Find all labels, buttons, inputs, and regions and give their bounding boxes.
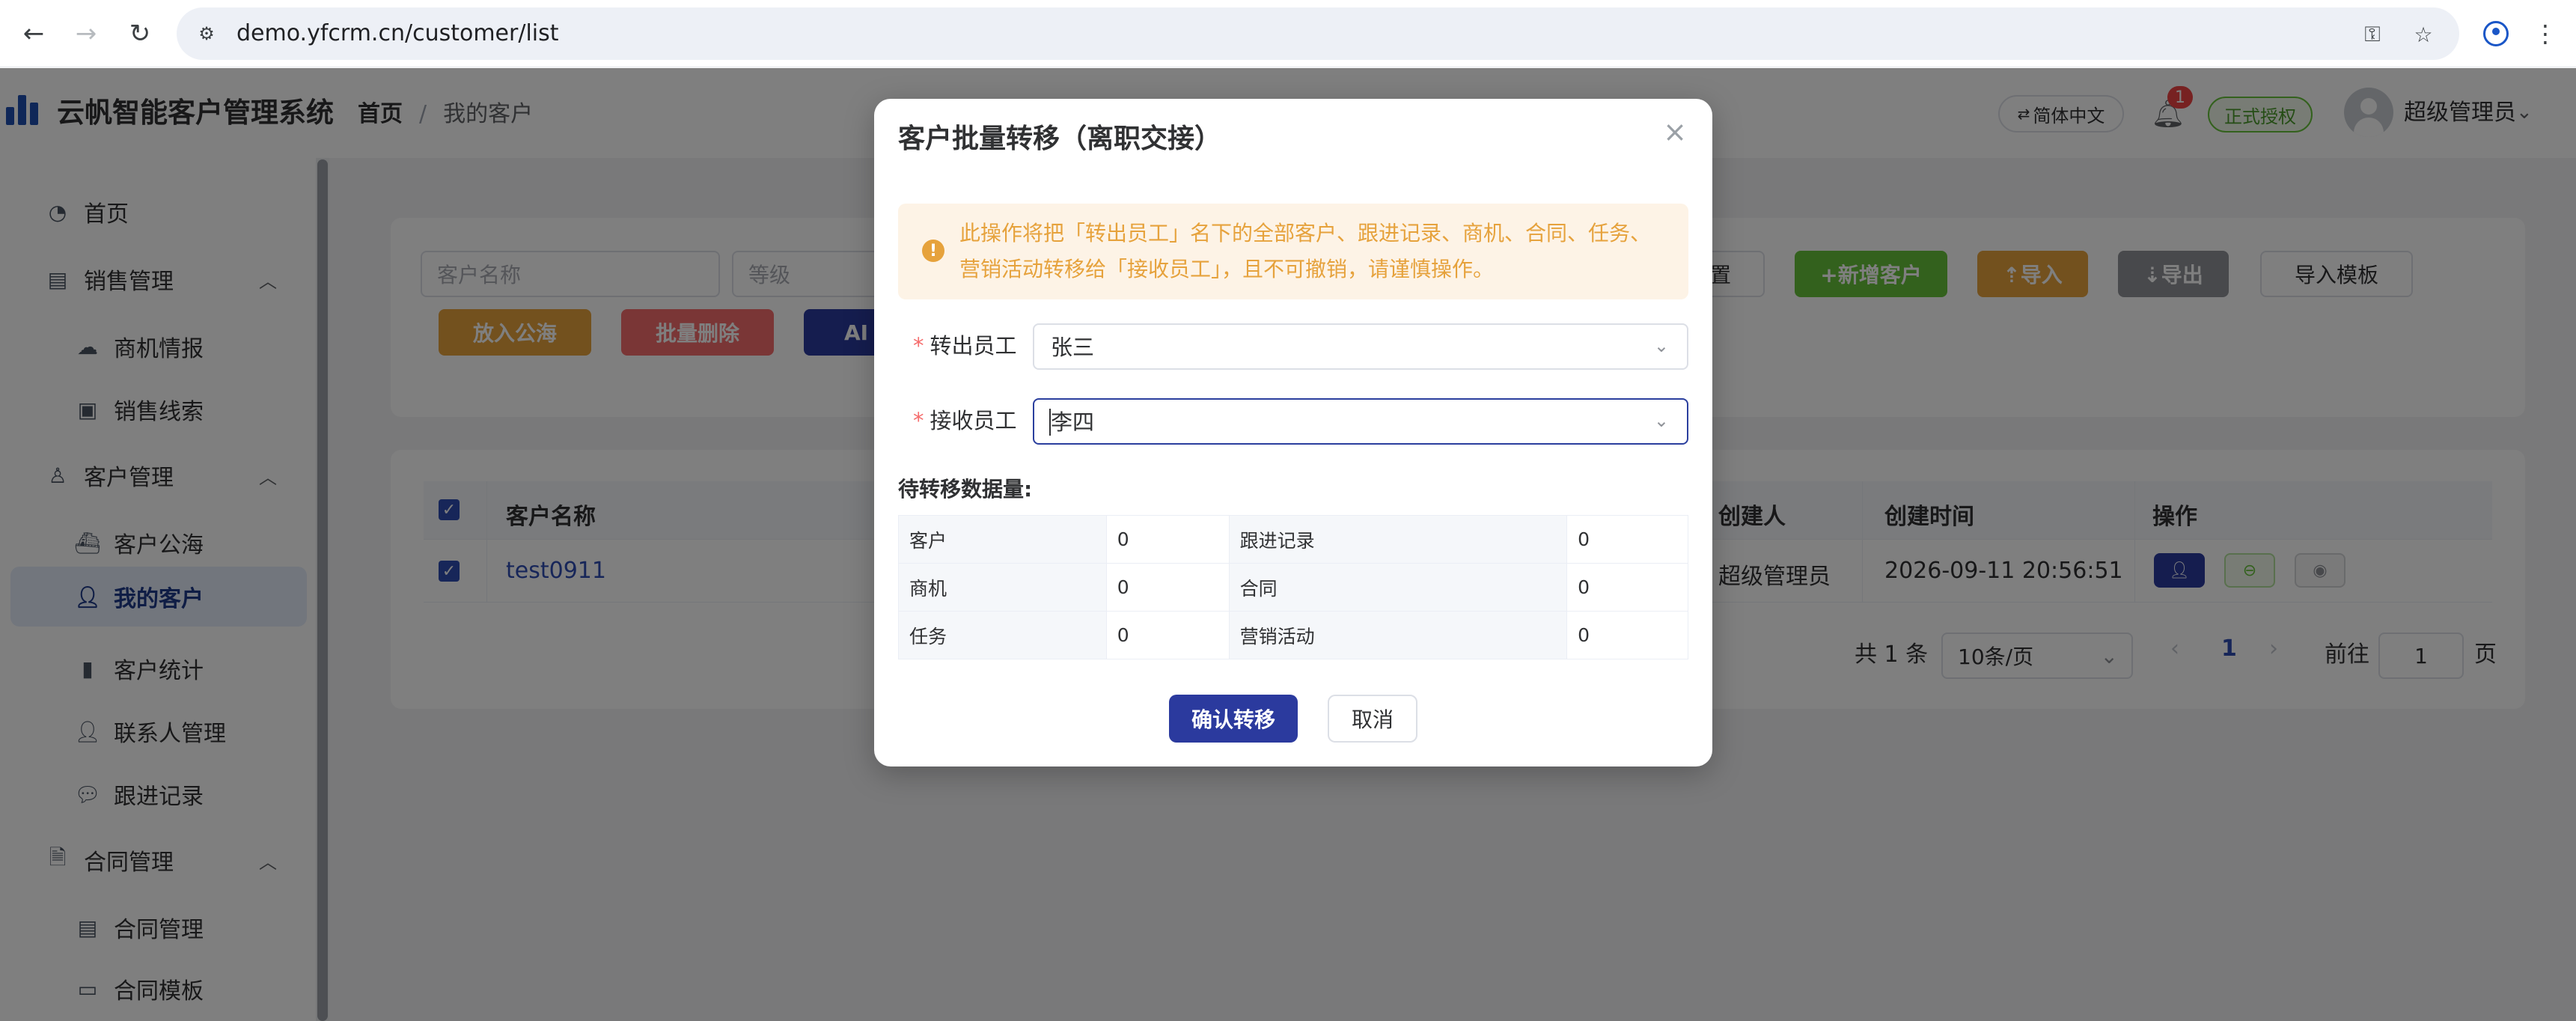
address-bar[interactable]: ⚙ demo.yfcrm.cn/customer/list ⚿ ☆ bbox=[177, 7, 2459, 60]
count-label-followups: 跟进记录 bbox=[1228, 515, 1568, 564]
warning-alert: ! 此操作将把「转出员工」名下的全部客户、跟进记录、商机、合同、任务、 营销活动… bbox=[898, 204, 1688, 299]
site-settings-icon[interactable]: ⚙ bbox=[193, 20, 220, 47]
warning-line: 营销活动转移给「接收员工」，且不可撤销，请谨慎操作。 bbox=[959, 257, 1495, 281]
table-row: 客户 0 跟进记录 0 bbox=[898, 515, 1688, 564]
warning-text: 此操作将把「转出员工」名下的全部客户、跟进记录、商机、合同、任务、 营销活动转移… bbox=[959, 216, 1670, 287]
warning-icon: ! bbox=[922, 240, 944, 262]
count-value-followups: 0 bbox=[1566, 515, 1688, 564]
count-title: 待转移数据量: bbox=[898, 477, 1033, 502]
to-employee-label: * 接收员工 bbox=[913, 407, 1017, 434]
confirm-transfer-button[interactable]: 确认转移 bbox=[1169, 695, 1298, 743]
chevron-down-icon: ⌄ bbox=[1653, 410, 1669, 431]
cancel-button[interactable]: 取消 bbox=[1328, 695, 1417, 743]
count-value-tasks: 0 bbox=[1105, 611, 1230, 659]
warning-line: 此操作将把「转出员工」名下的全部客户、跟进记录、商机、合同、任务、 bbox=[959, 221, 1652, 246]
count-label-customers: 客户 bbox=[898, 515, 1107, 564]
table-row: 商机 0 合同 0 bbox=[898, 563, 1688, 612]
more-menu-icon[interactable]: ⋮ bbox=[2528, 16, 2563, 51]
count-table: 客户 0 跟进记录 0 商机 0 合同 0 任务 0 营销活动 0 bbox=[898, 515, 1688, 659]
browser-chrome: ← → ↻ ⚙ demo.yfcrm.cn/customer/list ⚿ ☆ … bbox=[0, 0, 2576, 67]
count-label-tasks: 任务 bbox=[898, 611, 1107, 659]
close-icon[interactable]: × bbox=[1660, 115, 1690, 148]
bookmark-star-icon[interactable]: ☆ bbox=[2408, 19, 2438, 49]
key-icon[interactable]: ⚿ bbox=[2357, 19, 2387, 49]
count-value-opportunities: 0 bbox=[1105, 563, 1230, 612]
table-row: 任务 0 营销活动 0 bbox=[898, 611, 1688, 659]
to-employee-value: 李四 bbox=[1051, 409, 1095, 435]
count-value-campaigns: 0 bbox=[1566, 611, 1688, 659]
to-employee-select[interactable]: 李四 ⌄ bbox=[1033, 398, 1688, 445]
chevron-down-icon: ⌄ bbox=[1653, 335, 1669, 356]
transfer-dialog: 客户批量转移（离职交接） × ! 此操作将把「转出员工」名下的全部客户、跟进记录… bbox=[874, 99, 1712, 766]
forward-icon[interactable]: → bbox=[67, 15, 105, 52]
count-label-opportunities: 商机 bbox=[898, 563, 1107, 612]
from-employee-label-text: 转出员工 bbox=[930, 333, 1017, 359]
back-icon[interactable]: ← bbox=[15, 15, 52, 52]
to-employee-label-text: 接收员工 bbox=[930, 408, 1017, 433]
count-value-contracts: 0 bbox=[1566, 563, 1688, 612]
count-label-campaigns: 营销活动 bbox=[1228, 611, 1568, 659]
required-mark: * bbox=[913, 333, 924, 359]
dialog-title: 客户批量转移（离职交接） bbox=[898, 124, 1222, 154]
reload-icon[interactable]: ↻ bbox=[121, 15, 159, 52]
url-text[interactable]: demo.yfcrm.cn/customer/list bbox=[236, 21, 559, 46]
profile-icon[interactable] bbox=[2479, 16, 2513, 51]
from-employee-label: * 转出员工 bbox=[913, 332, 1017, 359]
from-employee-select[interactable]: 张三 ⌄ bbox=[1033, 323, 1688, 370]
count-value-customers: 0 bbox=[1105, 515, 1230, 564]
count-label-contracts: 合同 bbox=[1228, 563, 1568, 612]
from-employee-value: 张三 bbox=[1051, 335, 1095, 360]
required-mark: * bbox=[913, 408, 924, 433]
